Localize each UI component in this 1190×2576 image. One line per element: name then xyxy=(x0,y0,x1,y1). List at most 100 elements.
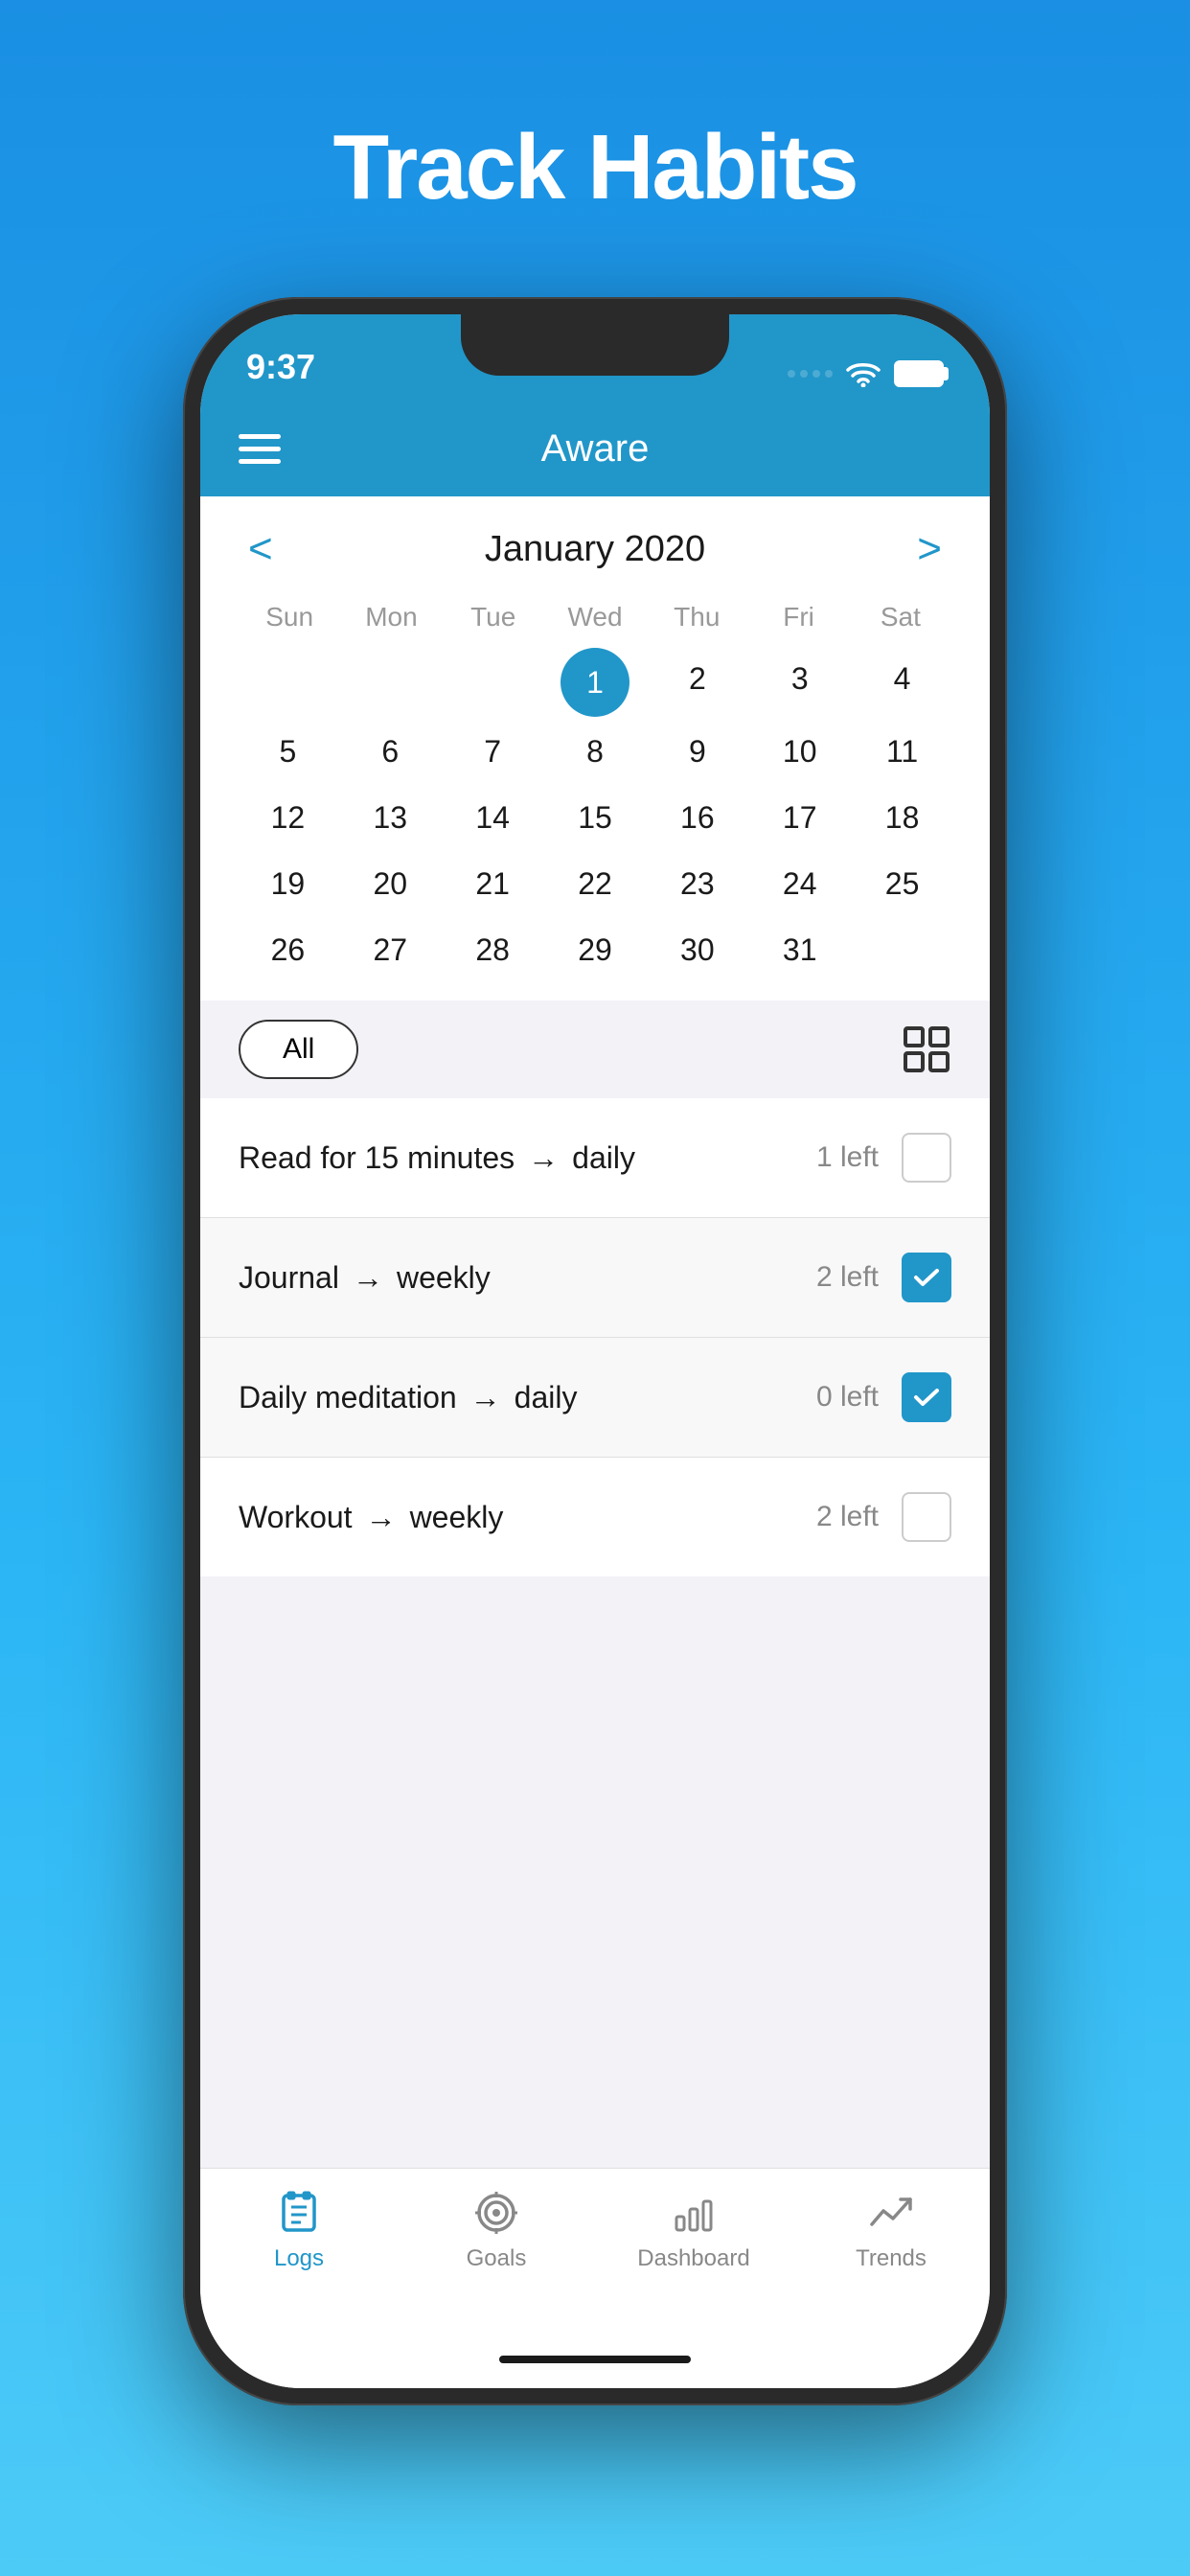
home-bar xyxy=(499,2356,691,2363)
calendar-day[interactable] xyxy=(853,919,951,981)
calendar-day[interactable]: 31 xyxy=(750,919,849,981)
calendar-day[interactable]: 6 xyxy=(341,721,440,783)
calendar-day[interactable]: 9 xyxy=(648,721,746,783)
calendar-day[interactable]: 3 xyxy=(750,648,849,717)
calendar-day[interactable]: 28 xyxy=(444,919,542,981)
calendar-prev-button[interactable]: < xyxy=(239,525,283,573)
calendar-day[interactable]: 12 xyxy=(239,787,337,849)
tab-dashboard-icon xyxy=(669,2188,719,2238)
calendar-day[interactable]: 22 xyxy=(546,853,645,915)
calendar-day[interactable]: 20 xyxy=(341,853,440,915)
tab-logs[interactable]: Logs xyxy=(200,2188,398,2272)
filter-section: All xyxy=(200,1000,990,1098)
phone-notch xyxy=(461,314,729,376)
habit-item-right: 0 left xyxy=(816,1372,951,1422)
habit-item-right: 2 left xyxy=(816,1492,951,1542)
calendar-day[interactable]: 18 xyxy=(853,787,951,849)
hamburger-menu-icon[interactable] xyxy=(239,434,281,464)
tab-goals[interactable]: Goals xyxy=(398,2188,595,2272)
habit-item-left: Daily meditation → daily xyxy=(239,1380,816,1415)
habit-item[interactable]: Read for 15 minutes → daily1 left xyxy=(200,1098,990,1218)
calendar-day[interactable]: 16 xyxy=(648,787,746,849)
home-indicator xyxy=(200,2331,990,2388)
calendar-day[interactable]: 8 xyxy=(546,721,645,783)
tab-logs-icon xyxy=(274,2188,324,2238)
calendar-day[interactable]: 25 xyxy=(853,853,951,915)
habit-count: 0 left xyxy=(816,1381,879,1414)
calendar-day[interactable]: 24 xyxy=(750,853,849,915)
app-name: Aware xyxy=(541,427,650,471)
tab-dashboard[interactable]: Dashboard xyxy=(595,2188,792,2272)
habit-item-left: Read for 15 minutes → daily xyxy=(239,1140,816,1176)
habit-item-left: Workout → weekly xyxy=(239,1500,816,1535)
calendar: < January 2020 > Sun Mon Tue Wed Thu Fri… xyxy=(200,496,990,1000)
tab-goals-label: Goals xyxy=(467,2245,527,2272)
expand-icon[interactable] xyxy=(902,1024,951,1074)
habit-item[interactable]: Workout → weekly2 left xyxy=(200,1458,990,1576)
tab-trends-label: Trends xyxy=(856,2245,927,2272)
calendar-day[interactable]: 15 xyxy=(546,787,645,849)
main-content: < January 2020 > Sun Mon Tue Wed Thu Fri… xyxy=(200,496,990,2168)
habit-arrow-icon: → xyxy=(366,1500,397,1535)
weekday-thu: Thu xyxy=(646,602,747,632)
calendar-day[interactable]: 17 xyxy=(750,787,849,849)
calendar-day[interactable]: 30 xyxy=(648,919,746,981)
habit-item-right: 2 left xyxy=(816,1253,951,1302)
habit-checkbox[interactable] xyxy=(902,1492,951,1542)
weekday-sun: Sun xyxy=(239,602,340,632)
calendar-day[interactable]: 5 xyxy=(239,721,337,783)
weekday-wed: Wed xyxy=(544,602,646,632)
calendar-day[interactable]: 13 xyxy=(341,787,440,849)
weekday-sat: Sat xyxy=(850,602,951,632)
habit-item[interactable]: Journal → weekly2 left xyxy=(200,1218,990,1338)
calendar-day[interactable]: 27 xyxy=(341,919,440,981)
habit-item[interactable]: Daily meditation → daily0 left xyxy=(200,1338,990,1458)
tab-trends-icon xyxy=(866,2188,916,2238)
habit-count: 2 left xyxy=(816,1501,879,1533)
tab-logs-label: Logs xyxy=(274,2245,324,2272)
phone-shell: 9:37 xyxy=(183,297,1007,2405)
calendar-month-year: January 2020 xyxy=(485,529,705,570)
status-time: 9:37 xyxy=(246,347,315,387)
calendar-day[interactable]: 7 xyxy=(444,721,542,783)
calendar-day[interactable] xyxy=(239,648,337,717)
status-icons xyxy=(788,360,944,387)
habit-name: Read for 15 minutes xyxy=(239,1140,515,1176)
habit-name: Workout xyxy=(239,1500,353,1535)
habit-frequency: daily xyxy=(515,1380,578,1415)
tab-bar: Logs Goals Dashboard Trends xyxy=(200,2168,990,2331)
habit-checkbox[interactable] xyxy=(902,1372,951,1422)
calendar-day[interactable]: 4 xyxy=(853,648,951,717)
habit-checkbox[interactable] xyxy=(902,1133,951,1183)
habit-checkbox[interactable] xyxy=(902,1253,951,1302)
calendar-day[interactable]: 21 xyxy=(444,853,542,915)
calendar-day[interactable]: 1 xyxy=(561,648,629,717)
calendar-day[interactable]: 29 xyxy=(546,919,645,981)
calendar-day[interactable]: 23 xyxy=(648,853,746,915)
signal-icon xyxy=(788,370,833,378)
app-header: Aware xyxy=(200,401,990,496)
weekday-tue: Tue xyxy=(443,602,544,632)
calendar-next-button[interactable]: > xyxy=(907,525,951,573)
calendar-day[interactable]: 19 xyxy=(239,853,337,915)
habit-item-left: Journal → weekly xyxy=(239,1260,816,1296)
battery-icon xyxy=(894,360,944,387)
calendar-day[interactable]: 14 xyxy=(444,787,542,849)
calendar-day[interactable] xyxy=(341,648,440,717)
habit-item-right: 1 left xyxy=(816,1133,951,1183)
filter-all-button[interactable]: All xyxy=(239,1020,358,1079)
calendar-day[interactable]: 11 xyxy=(853,721,951,783)
habit-arrow-icon: → xyxy=(528,1140,559,1176)
phone-screen: 9:37 xyxy=(200,314,990,2388)
calendar-day[interactable]: 2 xyxy=(648,648,746,717)
calendar-day[interactable] xyxy=(444,648,542,717)
tab-dashboard-label: Dashboard xyxy=(637,2245,749,2272)
habit-list: Read for 15 minutes → daily1 leftJournal… xyxy=(200,1098,990,2168)
habit-name: Daily meditation xyxy=(239,1380,457,1415)
habit-frequency: weekly xyxy=(397,1260,491,1296)
calendar-day[interactable]: 10 xyxy=(750,721,849,783)
calendar-header: < January 2020 > xyxy=(239,525,951,573)
tab-trends[interactable]: Trends xyxy=(792,2188,990,2272)
calendar-day[interactable]: 26 xyxy=(239,919,337,981)
weekday-fri: Fri xyxy=(747,602,849,632)
